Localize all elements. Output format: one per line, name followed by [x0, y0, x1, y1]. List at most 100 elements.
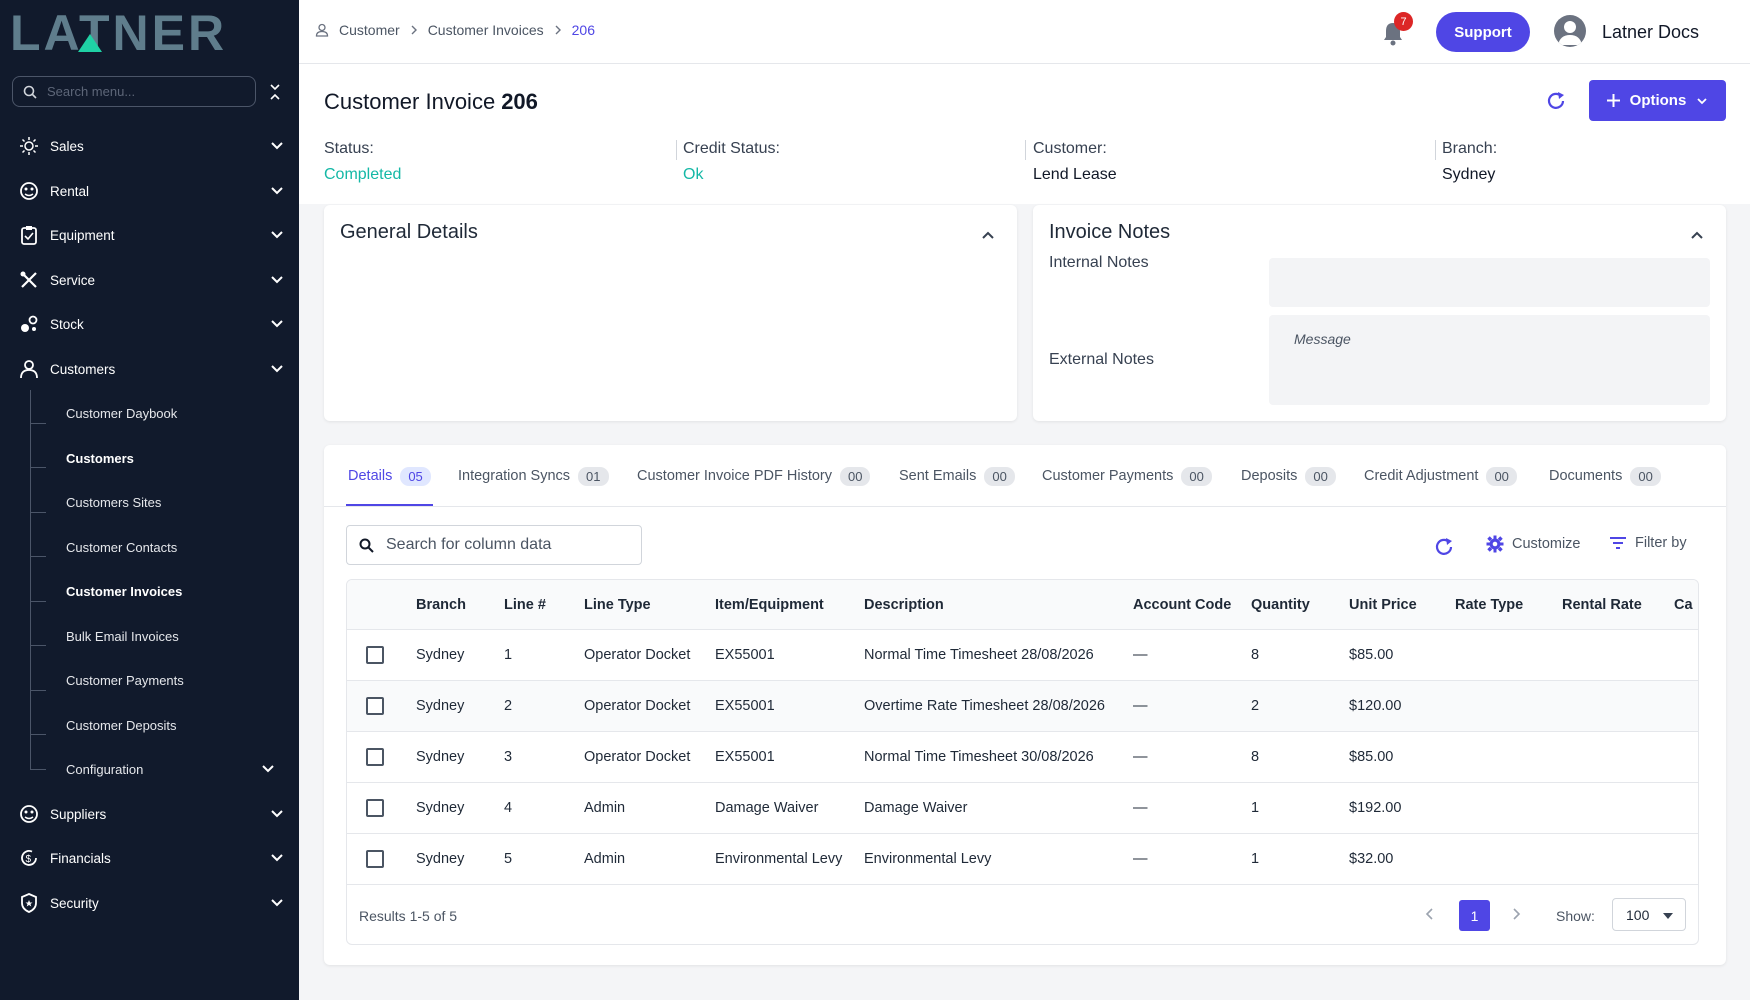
column-header-truncated[interactable]: Ca: [1674, 597, 1693, 613]
cell-quantity: 1: [1251, 851, 1260, 867]
chevron-down-icon[interactable]: [261, 762, 275, 776]
tab-integration-syncs[interactable]: Integration Syncs 01: [458, 463, 609, 489]
column-header-item-equipment[interactable]: Item/Equipment: [715, 597, 824, 613]
row-checkbox[interactable]: [366, 799, 384, 817]
avatar[interactable]: [1554, 15, 1586, 47]
chevron-right-icon[interactable]: [1509, 906, 1523, 922]
filter-by-button[interactable]: Filter by: [1609, 535, 1687, 551]
sidebar-item-security[interactable]: Security: [18, 888, 284, 918]
tree-connector: [30, 512, 46, 513]
sidebar-item-equipment[interactable]: Equipment: [18, 220, 284, 250]
chevron-up-icon[interactable]: [1689, 227, 1705, 243]
column-header-branch[interactable]: Branch: [416, 597, 466, 613]
sidebar-subitem-configuration[interactable]: Configuration: [66, 759, 143, 779]
tab-deposits[interactable]: Deposits 00: [1241, 463, 1336, 489]
sidebar-subitem-customer-contacts[interactable]: Customer Contacts: [66, 537, 177, 557]
sidebar-item-stock[interactable]: Stock: [18, 309, 284, 339]
column-header-unit-price[interactable]: Unit Price: [1349, 597, 1417, 613]
invoice-lines-table: Branch Line # Line Type Item/Equipment D…: [346, 579, 1699, 945]
column-header-quantity[interactable]: Quantity: [1251, 597, 1310, 613]
pagination-page-button[interactable]: 1: [1459, 900, 1490, 931]
menu-search-input[interactable]: Search menu...: [12, 76, 256, 107]
cell-unit-price: $192.00: [1349, 800, 1402, 816]
collapse-menu-icon[interactable]: [268, 82, 282, 102]
tab-sent-emails[interactable]: Sent Emails 00: [899, 463, 1015, 489]
cell-line-type: Admin: [584, 851, 626, 867]
divider: [1025, 140, 1026, 160]
row-checkbox[interactable]: [366, 748, 384, 766]
shield-icon: [18, 892, 40, 914]
table-row[interactable]: Sydney 4 Admin Damage Waiver Damage Waiv…: [347, 783, 1698, 834]
column-header-rental-rate[interactable]: Rental Rate: [1562, 597, 1642, 613]
sidebar-subitem-customer-daybook[interactable]: Customer Daybook: [66, 403, 177, 423]
user-icon: [18, 358, 40, 380]
tab-customer-invoice-pdf-history[interactable]: Customer Invoice PDF History 00: [637, 463, 871, 489]
customer-field: Customer: Lend Lease: [1033, 140, 1117, 184]
breadcrumb-customer-invoices[interactable]: Customer Invoices: [428, 22, 544, 38]
row-checkbox[interactable]: [366, 850, 384, 868]
column-search-input[interactable]: Search for column data: [346, 525, 642, 565]
sidebar-item-financials[interactable]: $ Financials: [18, 843, 284, 873]
column-header-rate-type[interactable]: Rate Type: [1455, 597, 1523, 613]
table-row[interactable]: Sydney 5 Admin Environmental Levy Enviro…: [347, 834, 1698, 885]
tab-label: Deposits: [1241, 468, 1298, 484]
chevron-up-icon[interactable]: [980, 227, 996, 243]
sidebar-subitem-customers-sites[interactable]: Customers Sites: [66, 492, 161, 512]
chevron-down-icon: [1697, 97, 1707, 104]
branch-label: Branch:: [1442, 140, 1498, 157]
column-header-line-number[interactable]: Line #: [504, 597, 546, 613]
support-button[interactable]: Support: [1436, 12, 1530, 52]
chevron-down-icon: [271, 320, 283, 328]
cell-account-code: —: [1133, 749, 1148, 765]
tab-label: Documents: [1549, 468, 1623, 484]
cell-unit-price: $32.00: [1349, 851, 1394, 867]
sidebar-subitem-bulk-email-invoices[interactable]: Bulk Email Invoices: [66, 626, 179, 646]
sidebar-item-sales[interactable]: Sales: [18, 131, 284, 161]
internal-notes-field[interactable]: [1269, 258, 1710, 307]
table-row[interactable]: Sydney 3 Operator Docket EX55001 Normal …: [347, 732, 1698, 783]
table-row[interactable]: Sydney 1 Operator Docket EX55001 Normal …: [347, 630, 1698, 681]
suppliers-icon: [18, 803, 40, 825]
tab-label: Integration Syncs: [458, 468, 571, 484]
cell-unit-price: $85.00: [1349, 749, 1394, 765]
cell-item-equipment: EX55001: [715, 647, 775, 663]
tab-details[interactable]: Details 05: [348, 463, 431, 489]
external-notes-field[interactable]: Message: [1269, 315, 1710, 405]
sidebar-item-rental[interactable]: Rental: [18, 176, 284, 206]
sidebar-subitem-customer-payments[interactable]: Customer Payments: [66, 670, 184, 690]
table-row[interactable]: Sydney 2 Operator Docket EX55001 Overtim…: [347, 681, 1698, 732]
refresh-icon[interactable]: [1545, 90, 1567, 112]
tree-connector: [30, 645, 46, 646]
sidebar-item-customers[interactable]: Customers: [18, 354, 284, 384]
tab-customer-payments[interactable]: Customer Payments 00: [1042, 463, 1212, 489]
sidebar-item-suppliers[interactable]: Suppliers: [18, 799, 284, 829]
chevron-right-icon: [411, 25, 417, 35]
latner-logo[interactable]: LATNER: [10, 10, 280, 54]
sidebar-subitem-customer-deposits[interactable]: Customer Deposits: [66, 715, 177, 735]
row-checkbox[interactable]: [366, 646, 384, 664]
user-name[interactable]: Latner Docs: [1602, 22, 1699, 43]
column-header-account-code[interactable]: Account Code: [1133, 597, 1231, 613]
row-checkbox[interactable]: [366, 697, 384, 715]
cell-description: Normal Time Timesheet 28/08/2026: [864, 647, 1094, 663]
page-size-select[interactable]: 100: [1612, 898, 1686, 931]
sidebar-subitem-customer-invoices[interactable]: Customer Invoices: [66, 581, 182, 601]
column-header-description[interactable]: Description: [864, 597, 944, 613]
cell-line-type: Operator Docket: [584, 647, 691, 663]
column-header-line-type[interactable]: Line Type: [584, 597, 651, 613]
internal-notes-label: Internal Notes: [1049, 254, 1149, 271]
sidebar-item-service[interactable]: Service: [18, 265, 284, 295]
cell-quantity: 8: [1251, 749, 1260, 765]
tab-documents[interactable]: Documents 00: [1549, 463, 1661, 489]
chevron-left-icon[interactable]: [1423, 906, 1437, 922]
options-button[interactable]: Options: [1589, 80, 1726, 121]
customize-button[interactable]: Customize: [1486, 535, 1581, 553]
tab-count-badge: 00: [1305, 466, 1336, 486]
breadcrumb-customer[interactable]: Customer: [339, 22, 400, 38]
refresh-icon[interactable]: [1433, 536, 1455, 558]
sidebar-subitem-customers[interactable]: Customers: [66, 448, 134, 468]
cell-item-equipment: EX55001: [715, 749, 775, 765]
tab-credit-adjustment[interactable]: Credit Adjustment 00: [1364, 463, 1517, 489]
page-size-label: Show:: [1556, 908, 1595, 924]
general-details-card: General Details: [324, 205, 1017, 421]
